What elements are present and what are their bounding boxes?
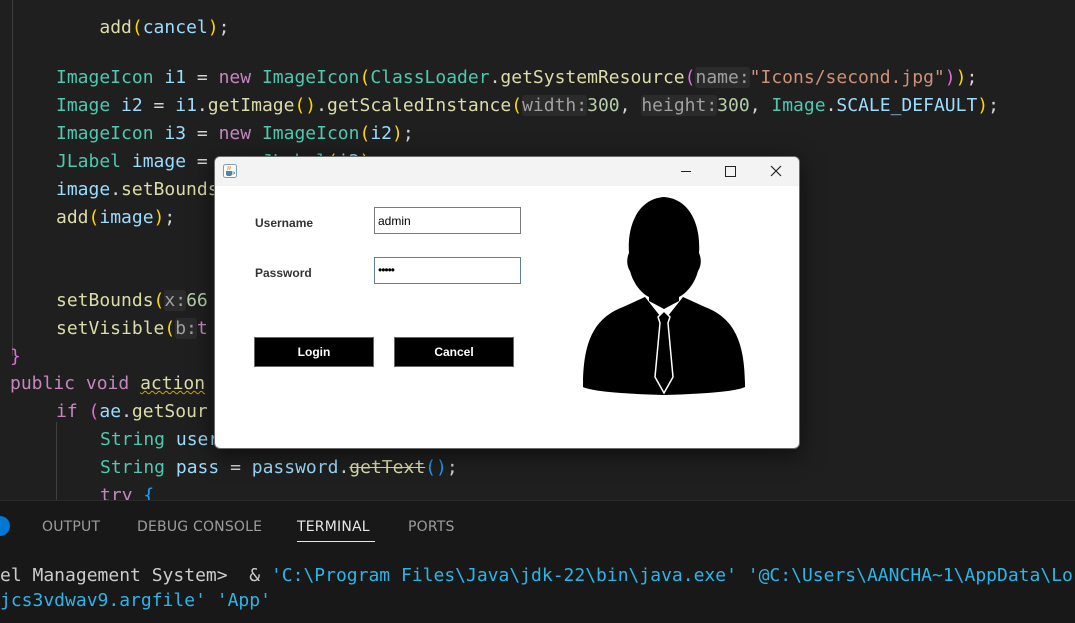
code-line: add(cancel); [99, 17, 230, 38]
code-line: add(image); [56, 207, 176, 228]
minimize-icon [681, 171, 691, 172]
active-tab-indicator [297, 541, 375, 542]
bottom-panel: OUTPUT DEBUG CONSOLE TERMINAL PORTS el M… [0, 500, 1075, 623]
code-line: ImageIcon i1 = new ImageIcon(ClassLoader… [56, 67, 978, 88]
password-label: Password [255, 266, 312, 280]
title-bar[interactable] [215, 157, 799, 186]
code-line: image.setBounds( [56, 179, 229, 200]
indent-guide [12, 0, 13, 356]
user-suit-icon [583, 197, 745, 395]
close-icon [770, 165, 782, 177]
code-line: setVisible(b:t [56, 318, 208, 339]
tab-ports[interactable]: PORTS [408, 519, 455, 535]
code-line: Image i2 = i1.getImage().getScaledInstan… [56, 95, 999, 116]
notification-badge [0, 516, 10, 536]
terminal-prompt: el Management System> & [0, 565, 271, 586]
close-button[interactable] [753, 157, 799, 186]
maximize-button[interactable] [707, 157, 753, 186]
tab-terminal[interactable]: TERMINAL [297, 519, 370, 535]
code-line: try { [100, 485, 155, 500]
login-button[interactable]: Login [254, 337, 374, 367]
username-field[interactable] [374, 207, 521, 234]
code-line: } [10, 346, 21, 367]
code-line: ImageIcon i3 = new ImageIcon(i2); [56, 123, 414, 144]
code-line: public void action [10, 373, 206, 394]
password-field[interactable]: ••••• [374, 257, 521, 284]
java-cup-icon [223, 164, 237, 178]
minimize-button[interactable] [663, 157, 709, 186]
code-line: if (ae.getSour [56, 401, 208, 422]
username-label: Username [255, 216, 314, 230]
code-line: setBounds(x:66 [56, 290, 208, 311]
login-window: Username Password ••••• Login Cancel [214, 156, 800, 449]
terminal-line: el Management System> & 'C:\Program File… [0, 564, 1073, 588]
indent-guide [56, 422, 57, 500]
tab-debug-console[interactable]: DEBUG CONSOLE [137, 519, 262, 535]
terminal-command: 'C:\Program Files\Java\jdk-22\bin\java.e… [270, 565, 1073, 586]
code-line: String pass = password.getText(); [100, 457, 458, 478]
terminal-line: jcs3vdwav9.argfile' 'App' [0, 590, 271, 611]
maximize-icon [725, 166, 736, 177]
cancel-button[interactable]: Cancel [394, 337, 514, 367]
tab-output[interactable]: OUTPUT [42, 519, 100, 535]
